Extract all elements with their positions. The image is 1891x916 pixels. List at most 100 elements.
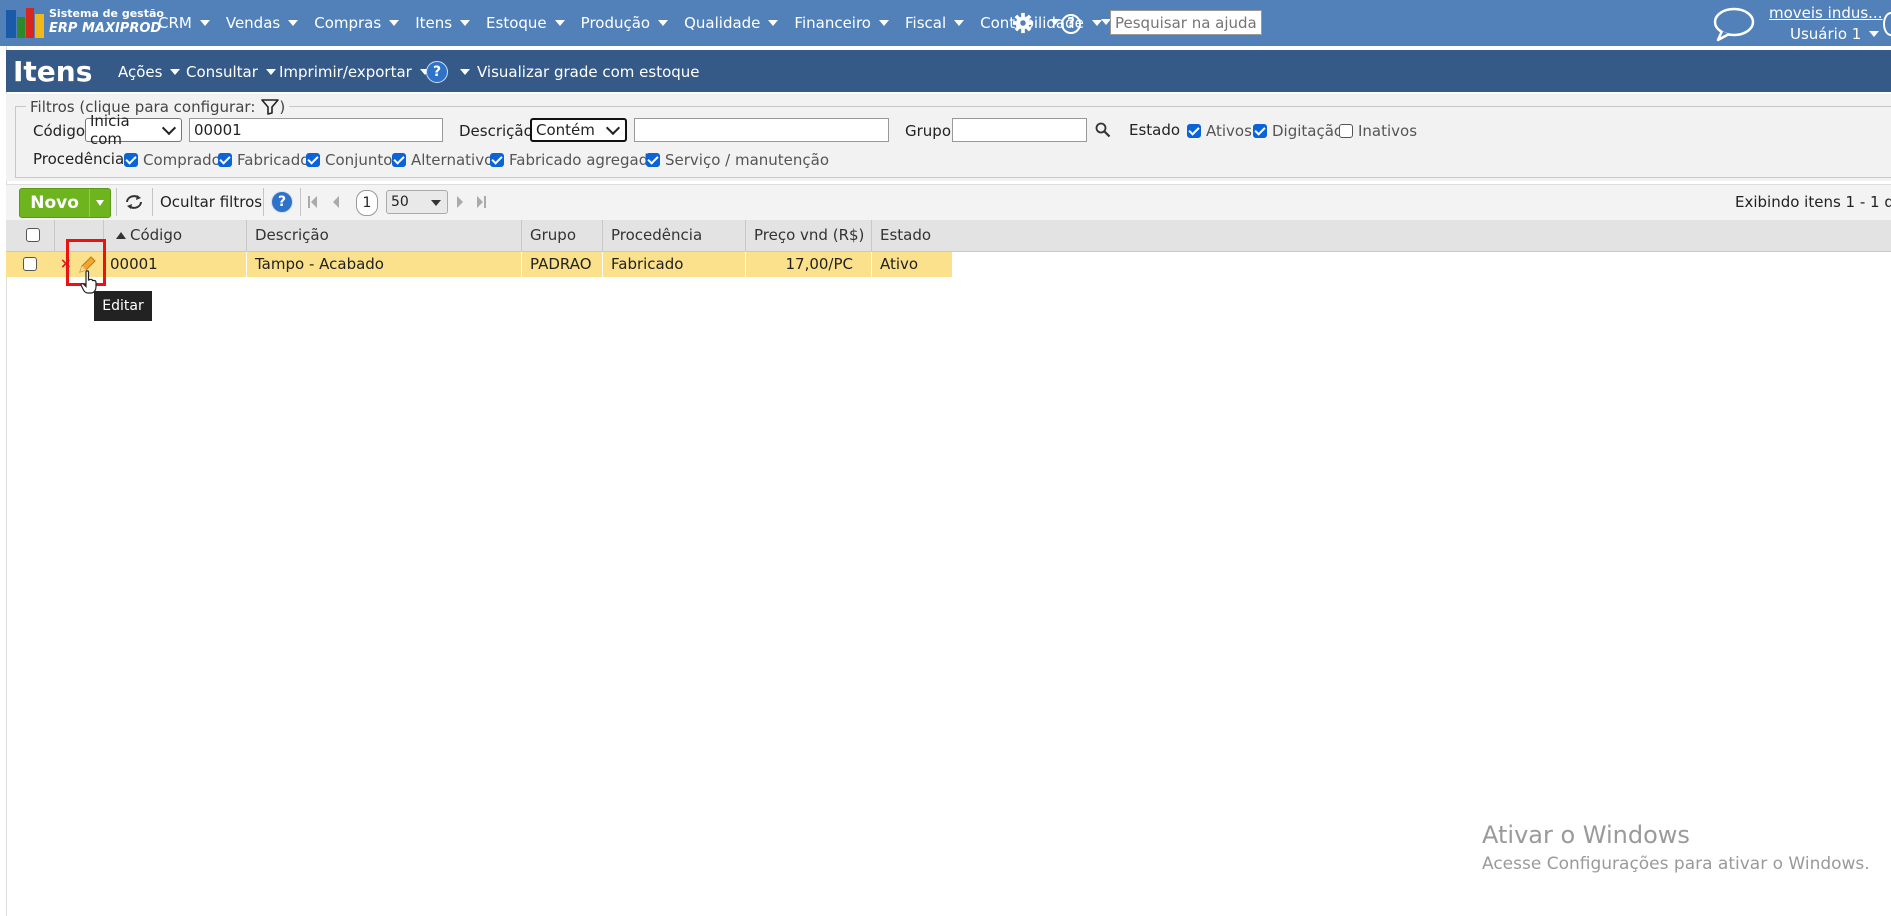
checkbox-checked-icon [218, 153, 232, 167]
help-icon[interactable]: ? [1061, 14, 1081, 34]
proc-conjunto-checkbox[interactable]: Conjunto [306, 151, 392, 169]
prev-page-icon[interactable] [332, 196, 340, 208]
estado-label: Estado [1129, 121, 1181, 139]
estado-digitacao-checkbox[interactable]: Digitação [1253, 122, 1343, 140]
column-estado[interactable]: Estado [872, 220, 958, 251]
menu-vendas[interactable]: Vendas [225, 14, 299, 32]
edit-tooltip: Editar [94, 291, 152, 321]
logout-icon[interactable] [1883, 12, 1891, 36]
toolbar-divider [300, 188, 301, 216]
first-page-icon[interactable] [308, 196, 318, 208]
descricao-label: Descrição [459, 122, 533, 140]
chevron-down-icon[interactable] [1050, 19, 1060, 25]
new-item-button[interactable]: Novo [19, 188, 111, 218]
descricao-input[interactable] [634, 118, 889, 142]
column-preco[interactable]: Preço vnd (R$) [746, 220, 872, 251]
main-menu: CRM Vendas Compras Itens Estoque Produçã… [158, 0, 1118, 46]
title-help[interactable]: ? [426, 61, 470, 83]
consult-menu[interactable]: Consultar [186, 63, 276, 81]
proc-fabricado-agregado-checkbox[interactable]: Fabricado agregado [490, 151, 657, 169]
menu-compras[interactable]: Compras [314, 14, 400, 32]
actions-menu-label: Ações [118, 63, 163, 81]
windows-activation-title: Ativar o Windows [1482, 821, 1690, 849]
actions-menu[interactable]: Ações [118, 63, 181, 81]
proc-alternativo-checkbox[interactable]: Alternativo [392, 151, 493, 169]
header-select-cell [6, 220, 55, 251]
print-export-label: Imprimir/exportar [279, 63, 412, 81]
search-icon[interactable] [1095, 122, 1111, 138]
estado-ativos-label: Ativos [1206, 122, 1252, 140]
column-descricao[interactable]: Descrição [247, 220, 522, 251]
user-menu[interactable]: Usuário 1 [1790, 25, 1880, 43]
help-search-input[interactable] [1110, 10, 1262, 35]
proc-servico-checkbox[interactable]: Serviço / manutenção [646, 151, 829, 169]
descricao-mode-select[interactable]: Contém [530, 118, 627, 142]
proc-alternativo-label: Alternativo [411, 151, 494, 169]
page-title-bar: Itens Ações Consultar Imprimir/exportar … [6, 50, 1891, 92]
proc-comprado-checkbox[interactable]: Comprado [124, 151, 221, 169]
refresh-icon[interactable] [124, 193, 144, 211]
menu-fiscal-label: Fiscal [905, 14, 947, 32]
codigo-mode-select[interactable]: Inicia com [85, 112, 182, 148]
menu-producao[interactable]: Produção [580, 14, 669, 32]
hide-filters-button[interactable]: Ocultar filtros [160, 193, 262, 211]
page-number-input[interactable]: 1 [356, 190, 378, 216]
table-row[interactable]: × 00001 Tampo - Acabado PADRAO Fabricado… [6, 252, 952, 277]
menu-estoque-label: Estoque [486, 14, 547, 32]
cell-estado: Ativo [880, 255, 919, 273]
toolbar-divider [263, 188, 264, 216]
checkbox-checked-icon [392, 153, 406, 167]
next-page-icon[interactable] [456, 196, 464, 208]
new-item-dropdown[interactable] [89, 189, 110, 217]
select-all-checkbox[interactable] [26, 228, 40, 242]
help-icon[interactable]: ? [271, 191, 293, 213]
menu-qualidade-label: Qualidade [684, 14, 761, 32]
codigo-input[interactable]: 00001 [189, 118, 443, 142]
menu-itens-label: Itens [415, 14, 453, 32]
grupo-input[interactable] [952, 118, 1087, 142]
proc-fabricado-checkbox[interactable]: Fabricado [218, 151, 309, 169]
page-size-select[interactable]: 50 [386, 190, 448, 214]
column-procedencia[interactable]: Procedência [603, 220, 746, 251]
row-select-checkbox[interactable] [23, 257, 37, 271]
menu-estoque[interactable]: Estoque [486, 14, 565, 32]
cell-preco: 17,00/PC [746, 252, 872, 277]
chevron-down-icon [96, 200, 105, 206]
company-link[interactable]: moveis indus... [1769, 4, 1882, 22]
filter-icon[interactable] [261, 99, 280, 115]
grupo-label: Grupo [905, 122, 951, 140]
checkbox-checked-icon [1187, 124, 1201, 138]
menu-itens[interactable]: Itens [415, 14, 471, 32]
proc-conjunto-label: Conjunto [325, 151, 393, 169]
column-grupo[interactable]: Grupo [522, 220, 603, 251]
view-grid-stock-link[interactable]: Visualizar grade com estoque [477, 63, 700, 81]
estado-digitacao-label: Digitação [1272, 122, 1344, 140]
estado-ativos-checkbox[interactable]: Ativos [1187, 122, 1252, 140]
menu-qualidade[interactable]: Qualidade [684, 14, 779, 32]
print-export-menu[interactable]: Imprimir/exportar [279, 63, 430, 81]
gear-icon[interactable] [1012, 12, 1034, 34]
menu-financeiro[interactable]: Financeiro [794, 14, 889, 32]
menu-compras-label: Compras [314, 14, 382, 32]
chat-bubble-icon[interactable] [1712, 6, 1756, 42]
menu-producao-label: Produção [580, 14, 651, 32]
menu-crm[interactable]: CRM [158, 14, 210, 32]
chevron-down-icon [605, 120, 621, 135]
codigo-mode-value: Inicia com [90, 112, 130, 148]
logo-mark-icon [6, 8, 44, 40]
column-codigo[interactable]: Código [104, 220, 247, 251]
menu-vendas-label: Vendas [225, 14, 281, 32]
estado-inativos-checkbox[interactable]: Inativos [1339, 122, 1417, 140]
grid-toolbar: Novo Ocultar filtros ? 1 50 Exibindo ite… [6, 184, 1891, 221]
app-logo[interactable]: Sistema de gestão ERP MAXIPROD [6, 5, 164, 41]
codigo-label: Código [33, 122, 86, 140]
cell-codigo: 00001 [104, 252, 247, 277]
menu-contabilidade[interactable]: Contabilidade [980, 14, 1102, 32]
new-item-label: Novo [30, 193, 79, 213]
chevron-down-icon [1869, 31, 1880, 37]
cell-descricao: Tampo - Acabado [247, 252, 522, 277]
menu-fiscal[interactable]: Fiscal [905, 14, 965, 32]
grid-header: Código Descrição Grupo Procedência Preço… [6, 220, 1891, 252]
last-page-icon[interactable] [476, 196, 486, 208]
chevron-down-icon [389, 20, 400, 26]
